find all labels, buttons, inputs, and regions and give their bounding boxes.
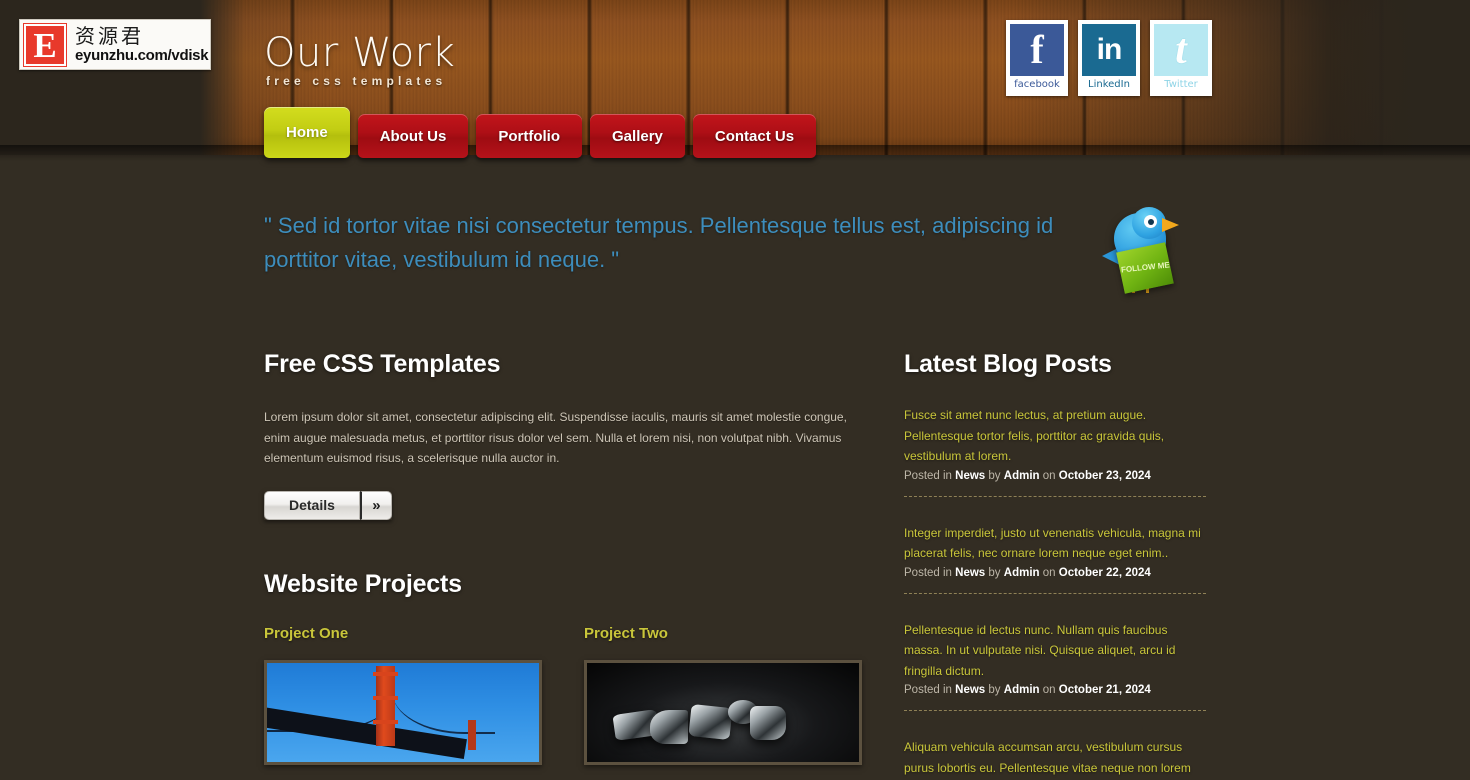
twitter-link[interactable]: t Twitter [1150, 20, 1212, 96]
linkedin-icon: in [1082, 24, 1136, 76]
by-label: by [988, 684, 1001, 696]
project-one-thumbnail[interactable] [264, 659, 542, 765]
facebook-glyph: f [1030, 27, 1044, 72]
twitter-bird-mascot-icon[interactable]: FOLLOW ME [1098, 205, 1193, 300]
project-two-caption: Maecenas convallis. Sed turpis purus, au… [584, 777, 864, 780]
projects-grid: Project One Nulla facilisi. Nulla luc [264, 625, 864, 780]
intro-paragraph: Lorem ipsum dolor sit amet, consectetur … [264, 410, 847, 465]
on-label: on [1042, 684, 1056, 696]
bird-pupil [1148, 219, 1154, 225]
linkedin-link[interactable]: in LinkedIn [1078, 20, 1140, 96]
blog-post-3-excerpt[interactable]: Pellentesque id lectus nunc. Nullam quis… [904, 620, 1206, 682]
projects-heading: Website Projects [264, 569, 462, 598]
blog-post-2-author[interactable]: Admin [1004, 567, 1040, 579]
bird-beak [1162, 218, 1179, 232]
project-card-two: Project Two Maecenas convallis. Sed turp… [584, 625, 864, 780]
page-root: E 资源君 eyunzhu.com/vdisk Our Work free cs… [0, 0, 1470, 780]
logo-letter-icon: E [23, 22, 67, 67]
blog-post-3-date: October 21, 2024 [1058, 684, 1151, 696]
blog-post-3-author[interactable]: Admin [1004, 684, 1040, 696]
nav-item-gallery[interactable]: Gallery [590, 114, 685, 158]
posted-in-label: Posted in [904, 469, 952, 482]
facebook-link[interactable]: f facebook [1006, 20, 1068, 96]
site-tagline: free css templates [266, 74, 447, 88]
nav-item-portfolio[interactable]: Portfolio [476, 114, 583, 158]
by-label: by [988, 566, 1001, 579]
chevron-double-right-icon: » [359, 490, 392, 520]
details-button-label: Details [264, 490, 360, 520]
nav-item-about-us[interactable]: About Us [357, 114, 469, 158]
facebook-caption: facebook [1014, 79, 1060, 90]
details-button[interactable]: Details » [264, 490, 392, 520]
project-two-thumbnail[interactable] [584, 659, 862, 765]
follow-me-text: FOLLOW ME [1120, 260, 1170, 275]
nav-item-contact-us[interactable]: Contact Us [692, 114, 817, 158]
linkedin-glyph: in [1096, 33, 1123, 66]
linkedin-caption: LinkedIn [1088, 79, 1130, 90]
blog-post-4: Aliquam vehicula accumsan arcu, vestibul… [904, 737, 1206, 780]
posted-in-label: Posted in [904, 566, 952, 579]
logo-url-text: eyunzhu.com/vdisk [75, 47, 209, 64]
blog-post-2: Integer imperdiet, justo ut venenatis ve… [904, 523, 1206, 579]
blog-post-2-date: October 22, 2024 [1058, 566, 1151, 579]
facebook-icon: f [1010, 24, 1064, 76]
blog-post-1: Fusce sit amet nunc lectus, at pretium a… [904, 405, 1206, 482]
blog-post-3-category[interactable]: News [955, 684, 985, 696]
blog-post-1-date: October 23, 2024 [1058, 469, 1151, 482]
nav-item-home[interactable]: Home [264, 107, 350, 158]
main-navigation: Home About Us Portfolio Gallery Contact … [264, 107, 824, 158]
intro-heading: Free CSS Templates [264, 350, 501, 378]
on-label: on [1042, 566, 1056, 579]
twitter-caption: Twitter [1164, 79, 1198, 90]
blog-post-3: Pellentesque id lectus nunc. Nullam quis… [904, 620, 1206, 697]
blog-separator [904, 495, 1206, 497]
project-card-one: Project One Nulla facilisi. Nulla luc [264, 625, 544, 780]
follow-me-sign: FOLLOW ME [1116, 242, 1174, 294]
blog-post-2-excerpt[interactable]: Integer imperdiet, justo ut venenatis ve… [904, 523, 1206, 564]
twitter-icon: t [1154, 24, 1208, 76]
blog-post-2-category[interactable]: News [955, 567, 985, 579]
blog-post-1-category[interactable]: News [955, 470, 985, 482]
blog-post-1-meta: Posted in News by Admin on October 23, 2… [904, 470, 1206, 482]
blog-post-2-meta: Posted in News by Admin on October 22, 2… [904, 567, 1206, 579]
twitter-glyph: t [1175, 27, 1187, 73]
project-one-title[interactable]: Project One [264, 625, 544, 642]
site-logo[interactable]: E 资源君 eyunzhu.com/vdisk [19, 19, 211, 70]
golden-gate-bridge-image [267, 662, 539, 762]
blog-post-1-author[interactable]: Admin [1004, 470, 1040, 482]
logo-chinese-text: 资源君 [75, 24, 144, 48]
by-label: by [988, 469, 1001, 482]
site-title: Our Work [264, 30, 456, 76]
blog-separator [904, 592, 1206, 594]
project-two-title[interactable]: Project Two [584, 625, 864, 642]
hero-quote: " Sed id tortor vitae nisi consectetur t… [264, 213, 1054, 272]
blog-heading: Latest Blog Posts [904, 350, 1112, 378]
blog-separator [904, 710, 1206, 711]
project-one-caption: Nulla facilisi. Nulla luctus ornare lect… [264, 777, 544, 780]
logo-text: 资源君 eyunzhu.com/vdisk [75, 24, 209, 64]
on-label: on [1042, 469, 1056, 482]
content-left-column: Free CSS Templates Lorem ipsum dolor sit… [264, 350, 864, 780]
sidebar-blog: Latest Blog Posts Fusce sit amet nunc le… [904, 350, 1206, 780]
blog-post-1-excerpt[interactable]: Fusce sit amet nunc lectus, at pretium a… [904, 405, 1206, 467]
blog-post-3-meta: Posted in News by Admin on October 21, 2… [904, 684, 1206, 696]
posted-in-label: Posted in [904, 684, 952, 696]
social-links: f facebook in LinkedIn t Twitter [1006, 20, 1212, 96]
dark-metallic-objects-image [587, 662, 859, 762]
blog-post-4-excerpt[interactable]: Aliquam vehicula accumsan arcu, vestibul… [904, 737, 1206, 780]
